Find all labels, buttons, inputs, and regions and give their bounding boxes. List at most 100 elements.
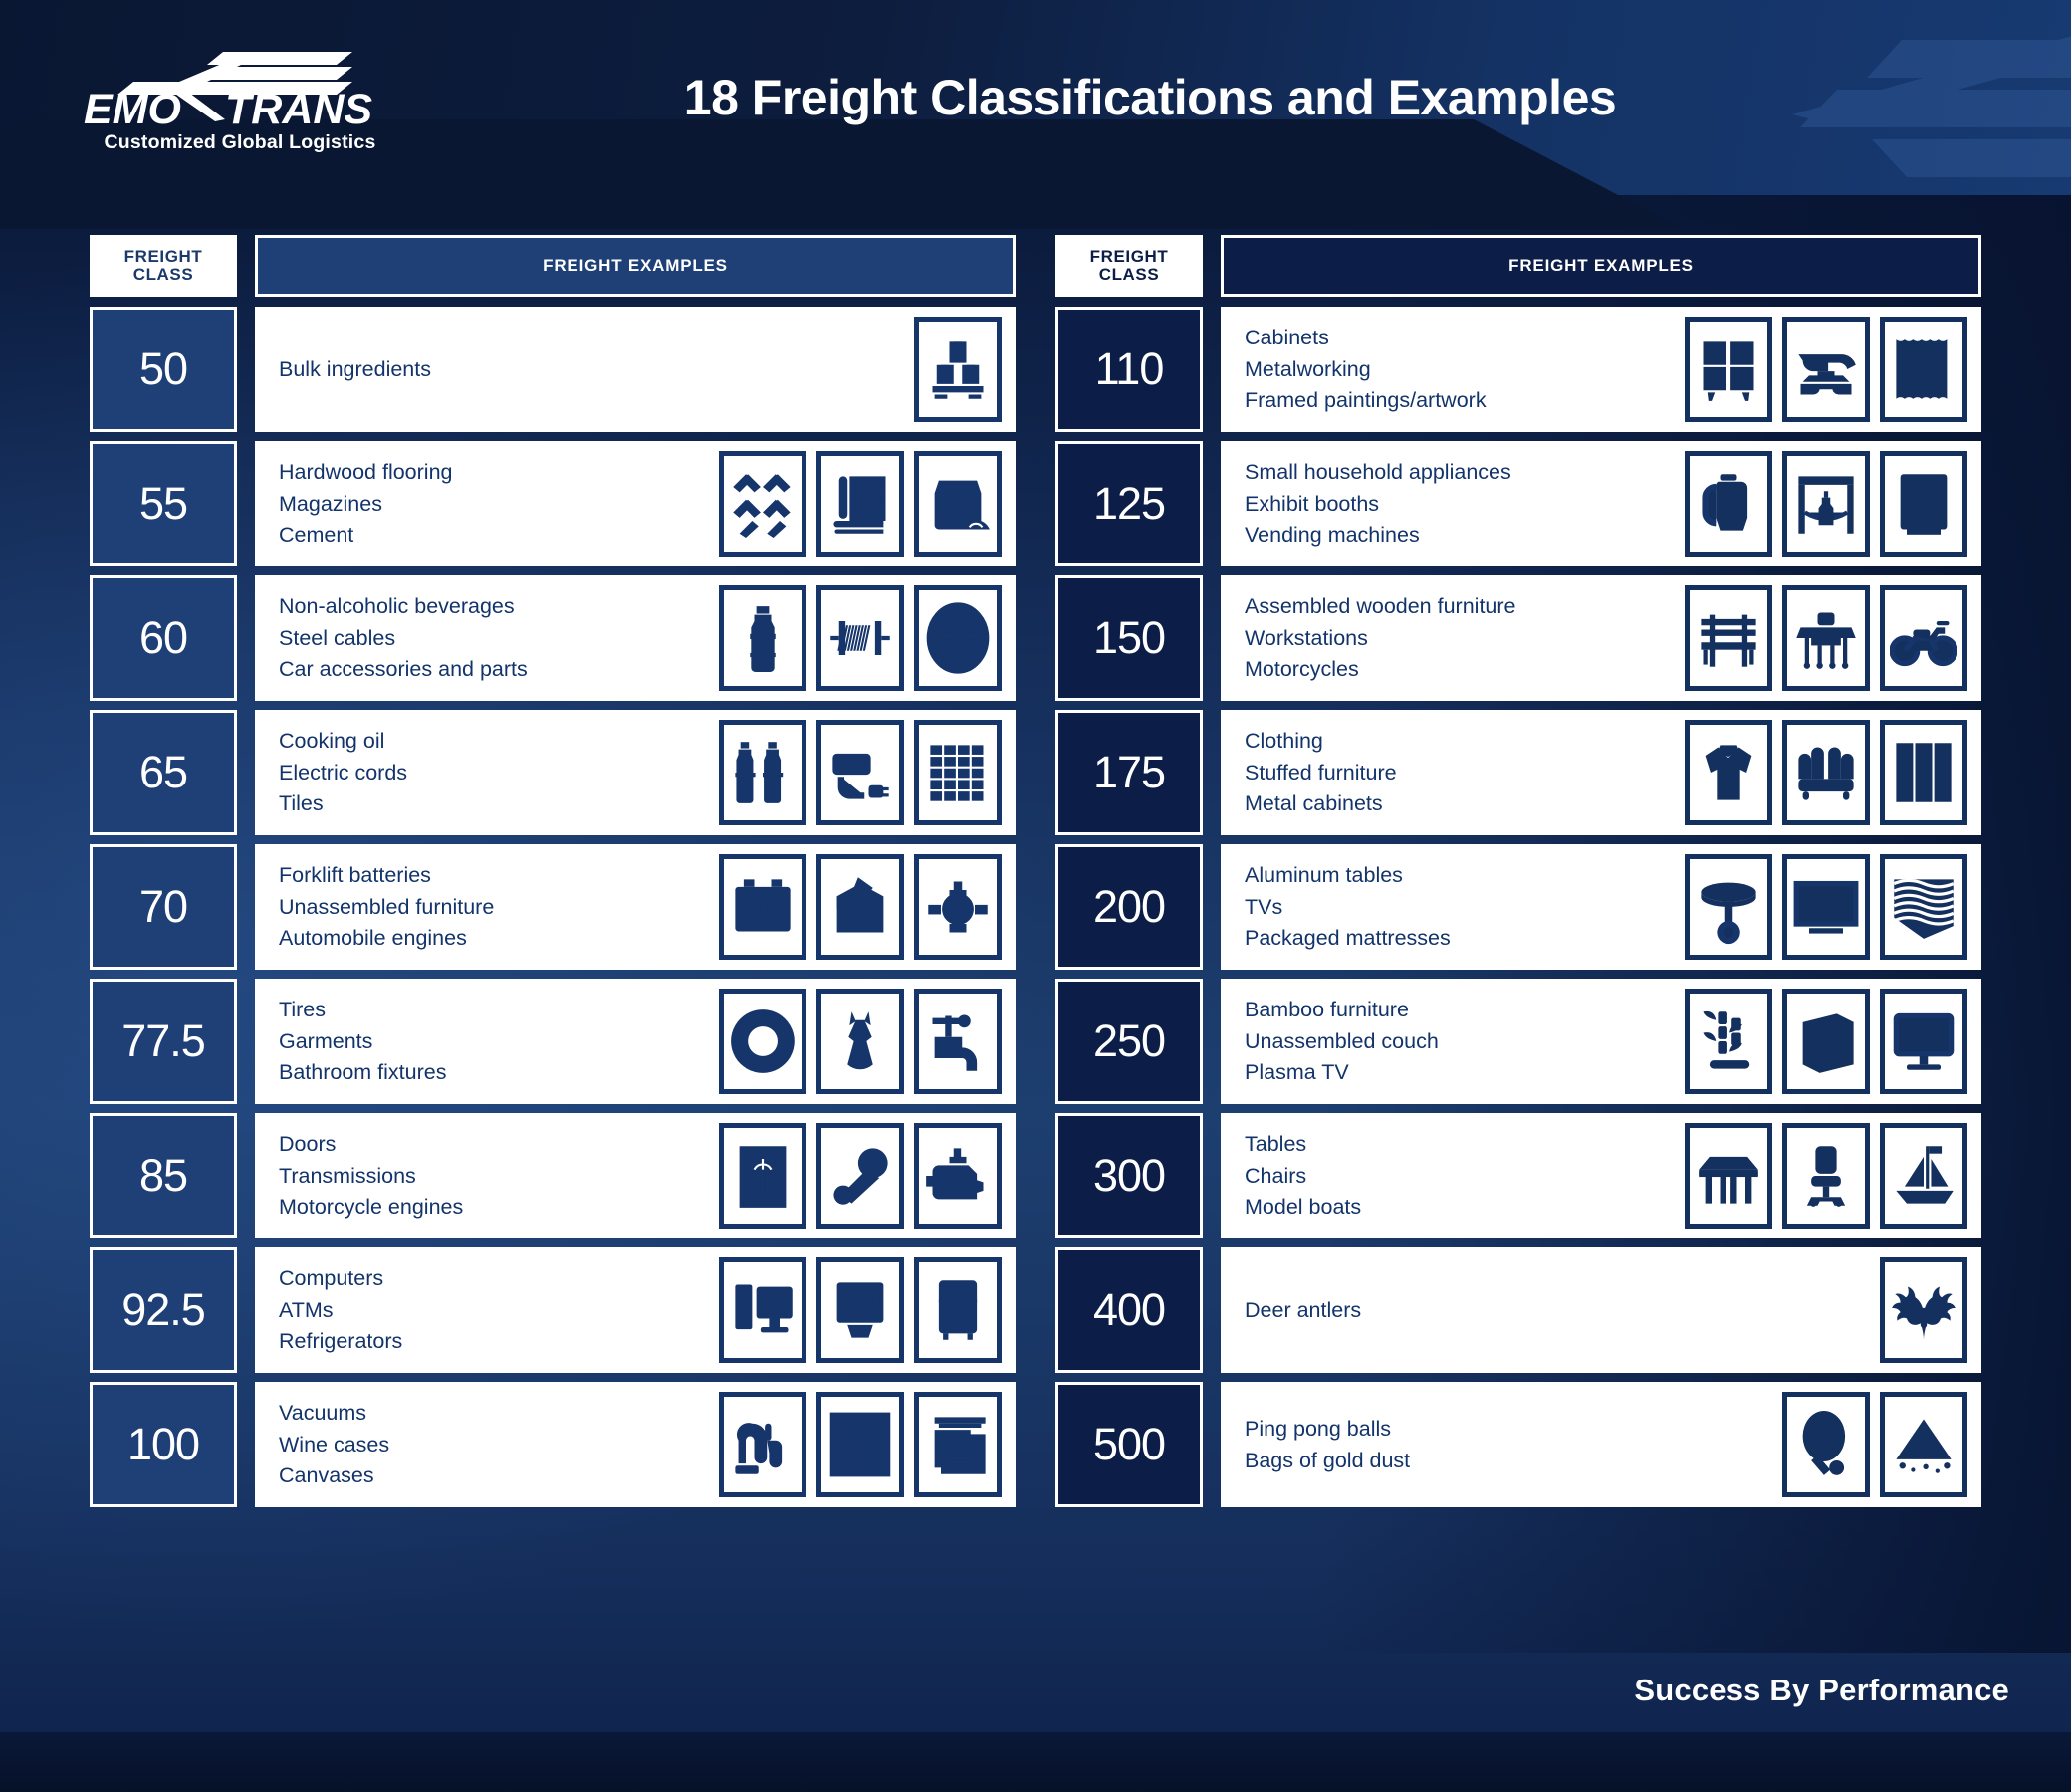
freight-example-item: Cabinets	[1245, 326, 1329, 350]
header-freight-class-line1: FREIGHT	[1089, 246, 1169, 266]
couch-in-box-icon	[1782, 989, 1870, 1094]
table-row: 200 Aluminum tables TVs Packaged mattresses	[1055, 844, 1981, 970]
freight-class-cell: 70	[90, 844, 237, 970]
freight-example-list: Tables Chairs Model boats	[1245, 1130, 1361, 1222]
freight-example-item: Bulk ingredients	[279, 356, 431, 381]
freight-class-cell: 55	[90, 441, 237, 566]
freight-example-item: Packaged mattresses	[1245, 926, 1451, 951]
freight-class-cell: 65	[90, 710, 237, 835]
freight-class-cell: 92.5	[90, 1247, 237, 1373]
table-header-row: FREIGHT CLASS FREIGHT EXAMPLES	[1055, 235, 1981, 297]
palletized-boxes-icon	[914, 317, 1002, 422]
freight-examples-cell: Deer antlers	[1221, 1247, 1981, 1373]
freight-example-item: Motorcycle engines	[279, 1195, 464, 1220]
freight-example-list: Ping pong balls Bags of gold dust	[1245, 1415, 1410, 1474]
freight-example-item: ATMs	[279, 1297, 334, 1322]
freight-icon-group	[719, 854, 1002, 960]
freight-class-cell: 60	[90, 575, 237, 701]
extension-cord-icon	[816, 720, 904, 825]
freight-examples-cell: Cooking oil Electric cords Tiles	[255, 710, 1016, 835]
office-chair-icon	[1782, 1123, 1870, 1229]
freight-example-item: Tables	[1245, 1132, 1307, 1157]
freight-class-cell: 85	[90, 1113, 237, 1238]
footer-band	[0, 1732, 2071, 1792]
table-row: 400 Deer antlers	[1055, 1247, 1981, 1373]
freight-example-list: Forklift batteries Unassembled furniture A…	[279, 861, 494, 953]
table-row: 85 Doors Transmissions Motorcycle engines	[90, 1113, 1016, 1238]
freight-example-list: Bulk ingredients	[279, 355, 431, 384]
freight-example-item: Deer antlers	[1245, 1297, 1362, 1322]
freight-class-value: 85	[138, 1150, 188, 1201]
header-freight-examples-label: FREIGHT EXAMPLES	[543, 256, 728, 275]
freight-icon-group	[719, 1392, 1002, 1497]
freight-class-value: 150	[1092, 612, 1166, 663]
freight-examples-cell: Doors Transmissions Motorcycle engines	[255, 1113, 1016, 1238]
canvas-print-icon	[914, 1392, 1002, 1497]
freight-example-item: Bamboo furniture	[1245, 998, 1409, 1022]
freight-example-item: Refrigerators	[279, 1329, 403, 1354]
herringbone-flooring-icon	[719, 451, 806, 557]
vending-machine-icon	[1880, 451, 1967, 557]
freight-example-item: Motorcycles	[1245, 657, 1359, 682]
freight-class-cell: 110	[1055, 307, 1203, 432]
freight-examples-cell: Hardwood flooring Magazines Cement	[255, 441, 1016, 566]
freight-icon-group	[719, 1257, 1002, 1363]
workstation-desk-icon	[1782, 585, 1870, 691]
freight-class-value: 65	[138, 747, 188, 797]
freight-icon-group	[1685, 317, 1967, 422]
freight-examples-cell: Clothing Stuffed furniture Metal cabinets	[1221, 710, 1981, 835]
table-header-row: FREIGHT CLASS FREIGHT EXAMPLES	[90, 235, 1016, 297]
freight-example-item: Exhibit booths	[1245, 491, 1380, 516]
freight-example-item: Plasma TV	[1245, 1060, 1349, 1085]
freight-example-list: Clothing Stuffed furniture Metal cabinets	[1245, 727, 1397, 818]
freight-example-list: Tires Garments Bathroom fixtures	[279, 996, 446, 1087]
freight-example-list: Non-alcoholic beverages Steel cables Car a…	[279, 592, 528, 684]
freight-class-cell: 300	[1055, 1113, 1203, 1238]
freight-class-cell: 400	[1055, 1247, 1203, 1373]
brand-logo[interactable]: EMO TRANS Customized Global Logistics	[0, 42, 418, 154]
vacuum-icon	[719, 1392, 806, 1497]
freight-class-value: 250	[1092, 1015, 1166, 1066]
freight-example-item: Chairs	[1245, 1163, 1307, 1188]
freight-class-cell: 125	[1055, 441, 1203, 566]
header-freight-examples: FREIGHT EXAMPLES	[255, 235, 1016, 297]
freight-example-item: Bathroom fixtures	[279, 1060, 447, 1085]
freight-example-item: Small household appliances	[1245, 460, 1511, 485]
table-row: 92.5 Computers ATMs Refrigerators	[90, 1247, 1016, 1373]
freight-class-cell: 100	[90, 1382, 237, 1507]
freight-example-item: Assembled wooden furniture	[1245, 594, 1516, 619]
freight-example-item: Forklift batteries	[279, 863, 431, 888]
freight-icon-group	[1685, 720, 1967, 825]
table-row: 110 Cabinets Metalworking Framed paintings/…	[1055, 307, 1981, 432]
freight-example-item: Vending machines	[1245, 523, 1420, 548]
framed-artwork-icon	[1880, 317, 1967, 422]
table-row: 50 Bulk ingredients	[90, 307, 1016, 432]
freight-example-item: Tires	[279, 998, 326, 1022]
freight-example-list: Cooking oil Electric cords Tiles	[279, 727, 407, 818]
table-row: 55 Hardwood flooring Magazines Cement	[90, 441, 1016, 566]
freight-example-item: Steel cables	[279, 625, 396, 650]
dress-icon	[816, 989, 904, 1094]
table-row: 175 Clothing Stuffed furniture Metal cabine…	[1055, 710, 1981, 835]
freight-example-list: Cabinets Metalworking Framed paintings/art…	[1245, 324, 1487, 415]
header-freight-class: FREIGHT CLASS	[90, 235, 237, 297]
freight-examples-cell: Computers ATMs Refrigerators	[255, 1247, 1016, 1373]
freight-example-item: Cement	[279, 523, 354, 548]
header-freight-examples-label: FREIGHT EXAMPLES	[1508, 256, 1694, 275]
footer-slogan: Success By Performance	[1634, 1673, 2009, 1707]
freight-icon-group	[1685, 1123, 1967, 1229]
freight-example-item: Transmissions	[279, 1163, 416, 1188]
freight-class-cell: 175	[1055, 710, 1203, 835]
freight-class-cell: 150	[1055, 575, 1203, 701]
freight-class-value: 300	[1092, 1150, 1166, 1201]
freight-class-value: 200	[1092, 881, 1166, 932]
exhibit-booth-icon	[1782, 451, 1870, 557]
faucet-icon	[914, 989, 1002, 1094]
freight-class-value: 175	[1092, 747, 1166, 797]
freight-class-value: 60	[138, 612, 188, 663]
freight-class-cell: 250	[1055, 979, 1203, 1104]
freight-example-item: Magazines	[279, 491, 382, 516]
freight-class-cell: 200	[1055, 844, 1203, 970]
freight-examples-cell: Bulk ingredients	[255, 307, 1016, 432]
bamboo-icon	[1685, 989, 1772, 1094]
